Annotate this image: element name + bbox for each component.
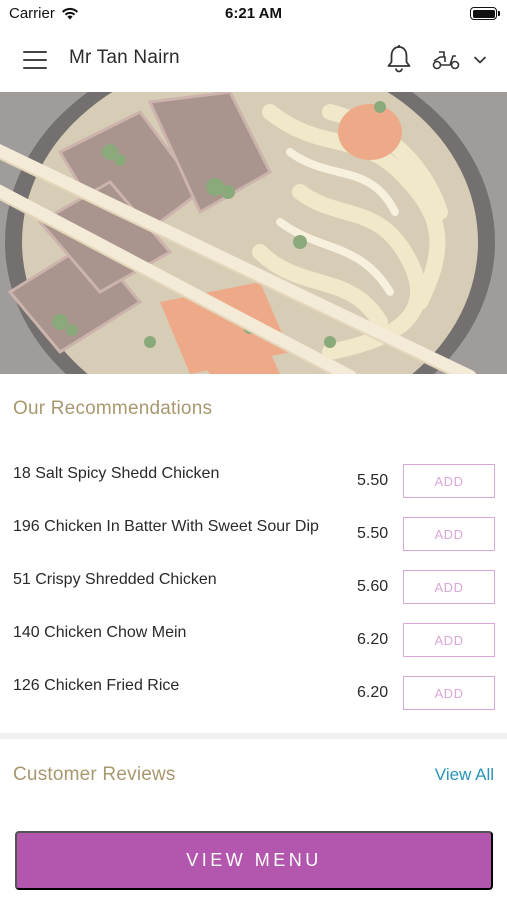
app-header: Mr Tan Nairn — [0, 27, 507, 91]
restaurant-title: Mr Tan Nairn — [69, 47, 180, 68]
recommendations-list: 18 Salt Spicy Shedd Chicken 5.50 ADD 196… — [0, 455, 507, 720]
section-divider — [0, 733, 507, 739]
bell-icon[interactable] — [385, 44, 413, 74]
menu-icon[interactable] — [23, 51, 47, 69]
item-name: 51 Crispy Shredded Chicken — [13, 571, 217, 588]
status-time: 6:21 AM — [225, 5, 282, 22]
item-price: 6.20 — [357, 684, 389, 701]
recommendations-title: Our Recommendations — [13, 398, 213, 419]
add-button[interactable]: ADD — [403, 623, 495, 657]
list-item: 51 Crispy Shredded Chicken 5.60 ADD — [0, 561, 507, 614]
add-button[interactable]: ADD — [403, 517, 495, 551]
item-price: 5.50 — [357, 525, 389, 542]
item-name: 126 Chicken Fried Rice — [13, 677, 180, 694]
list-item: 196 Chicken In Batter With Sweet Sour Di… — [0, 508, 507, 561]
item-price: 6.20 — [357, 631, 389, 648]
list-item: 18 Salt Spicy Shedd Chicken 5.50 ADD — [0, 455, 507, 508]
add-button[interactable]: ADD — [403, 464, 495, 498]
battery-icon — [470, 7, 500, 20]
item-name: 196 Chicken In Batter With Sweet Sour Di… — [13, 518, 319, 535]
view-all-link[interactable]: View All — [435, 765, 494, 785]
list-item: 126 Chicken Fried Rice 6.20 ADD — [0, 667, 507, 720]
status-bar: Carrier 6:21 AM — [0, 0, 507, 27]
add-button[interactable]: ADD — [403, 676, 495, 710]
hero-food-image — [0, 92, 507, 374]
list-item: 140 Chicken Chow Mein 6.20 ADD — [0, 614, 507, 667]
view-menu-button[interactable]: VIEW MENU — [15, 831, 493, 890]
reviews-title: Customer Reviews — [13, 764, 176, 785]
item-price: 5.50 — [357, 472, 389, 489]
add-button[interactable]: ADD — [403, 570, 495, 604]
scooter-icon[interactable] — [431, 47, 461, 71]
item-name: 18 Salt Spicy Shedd Chicken — [13, 465, 220, 482]
chevron-down-icon[interactable] — [472, 54, 488, 66]
item-name: 140 Chicken Chow Mein — [13, 624, 187, 641]
item-price: 5.60 — [357, 578, 389, 595]
